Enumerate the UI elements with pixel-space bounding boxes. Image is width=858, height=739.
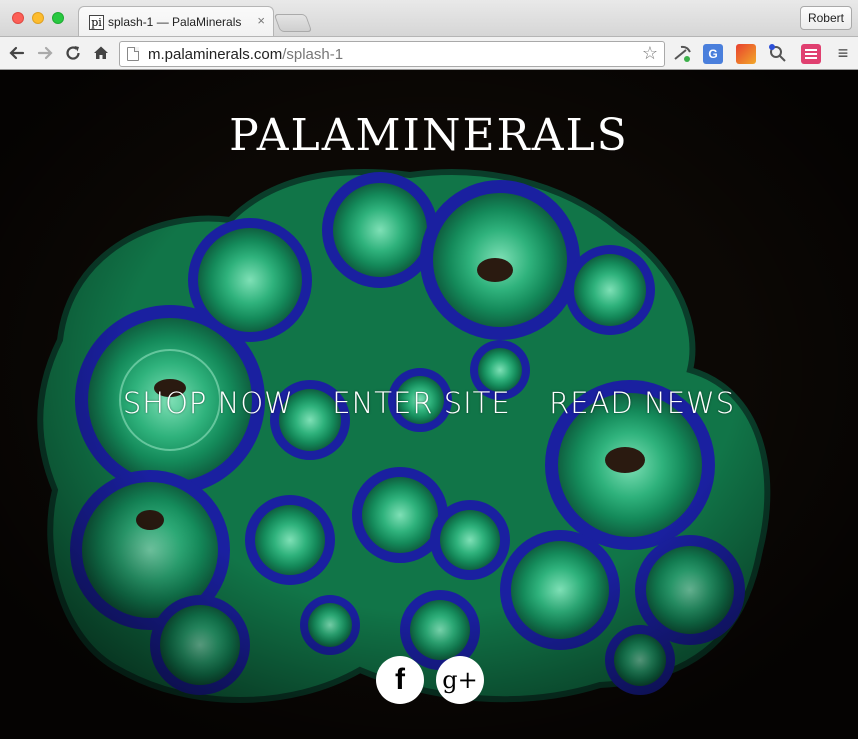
splash-navigation: SHOP NOW ENTER SITE READ NEWS bbox=[0, 386, 858, 420]
menu-icon[interactable]: ≡ bbox=[834, 43, 852, 63]
tab-strip: pi splash-1 — PalaMinerals × Robert bbox=[0, 0, 858, 36]
google-translate-extension-icon[interactable]: G bbox=[703, 44, 723, 64]
reload-icon[interactable] bbox=[62, 42, 84, 64]
facebook-icon[interactable]: f bbox=[376, 656, 424, 704]
site-favicon-icon: pi bbox=[89, 15, 104, 30]
forward-arrow-icon[interactable] bbox=[34, 42, 56, 64]
pickaxe-extension-icon[interactable] bbox=[672, 44, 692, 64]
address-bar[interactable]: m.palaminerals.com/splash-1 ☆ bbox=[119, 41, 665, 67]
site-logo[interactable]: PALAMINERALS bbox=[0, 110, 858, 161]
bookmark-star-icon[interactable]: ☆ bbox=[642, 43, 658, 64]
zoom-window-button[interactable] bbox=[52, 12, 64, 24]
page-viewport: PALAMINERALS SHOP NOW ENTER SITE READ NE… bbox=[0, 70, 858, 739]
url-text[interactable]: m.palaminerals.com/splash-1 bbox=[148, 46, 343, 63]
list-extension-icon[interactable] bbox=[801, 44, 821, 64]
google-plus-icon[interactable]: g+ bbox=[436, 656, 484, 704]
url-host: m.palaminerals.com bbox=[148, 46, 283, 63]
home-icon[interactable] bbox=[90, 42, 112, 64]
browser-toolbar: m.palaminerals.com/splash-1 ☆ G ≡ bbox=[0, 36, 858, 70]
minimize-window-button[interactable] bbox=[32, 12, 44, 24]
close-window-button[interactable] bbox=[12, 12, 24, 24]
page-icon bbox=[127, 47, 139, 61]
pdf-extension-icon[interactable] bbox=[736, 44, 756, 64]
back-arrow-icon[interactable] bbox=[6, 42, 28, 64]
profile-button[interactable]: Robert bbox=[799, 6, 852, 30]
tab-close-icon[interactable]: × bbox=[257, 13, 265, 28]
shop-now-link[interactable]: SHOP NOW bbox=[123, 386, 294, 420]
new-tab-button[interactable] bbox=[273, 14, 313, 32]
key-extension-icon[interactable] bbox=[768, 44, 788, 64]
tab-splash-1[interactable]: pi splash-1 — PalaMinerals × bbox=[78, 6, 274, 36]
tab-title: splash-1 — PalaMinerals bbox=[108, 15, 242, 29]
url-path: /splash-1 bbox=[282, 46, 344, 63]
read-news-link[interactable]: READ NEWS bbox=[549, 386, 735, 420]
enter-site-link[interactable]: ENTER SITE bbox=[332, 386, 510, 420]
